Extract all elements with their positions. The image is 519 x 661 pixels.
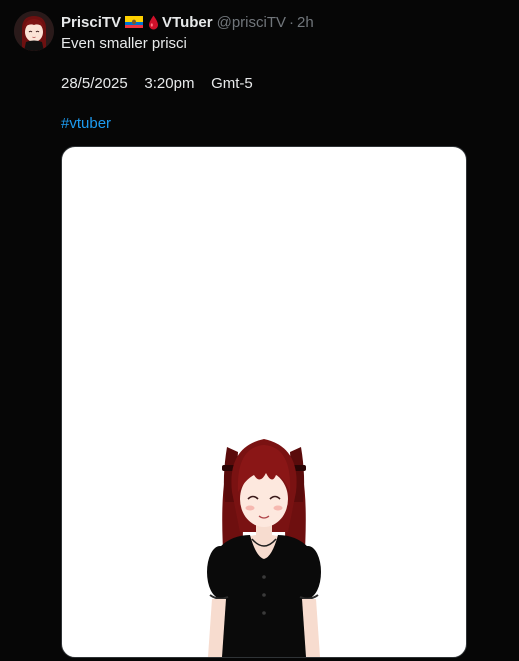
- post-text-line: 28/5/2025 3:20pm Gmt-5: [61, 75, 253, 92]
- blood-drop-icon: [149, 15, 159, 29]
- post-media-image[interactable]: [61, 146, 467, 658]
- ecuador-flag-icon: [125, 16, 144, 28]
- tweet[interactable]: PrisciTV VTuber @prisciTV · 2h Even smal…: [0, 0, 519, 661]
- post-text-line: Even smaller prisci: [61, 35, 187, 52]
- avatar[interactable]: [14, 11, 54, 51]
- display-name[interactable]: PrisciTV: [61, 14, 121, 31]
- user-handle[interactable]: @prisciTV: [217, 14, 286, 31]
- display-name-suffix[interactable]: VTuber: [162, 14, 213, 31]
- vtuber-model-image: [207, 439, 321, 657]
- tweet-header: PrisciTV VTuber @prisciTV · 2h: [61, 12, 314, 32]
- hashtag-link[interactable]: #vtuber: [61, 114, 111, 134]
- header-separator: ·: [289, 13, 294, 31]
- anime-girl-avatar-icon: [14, 11, 54, 51]
- post-timestamp[interactable]: 2h: [297, 14, 314, 31]
